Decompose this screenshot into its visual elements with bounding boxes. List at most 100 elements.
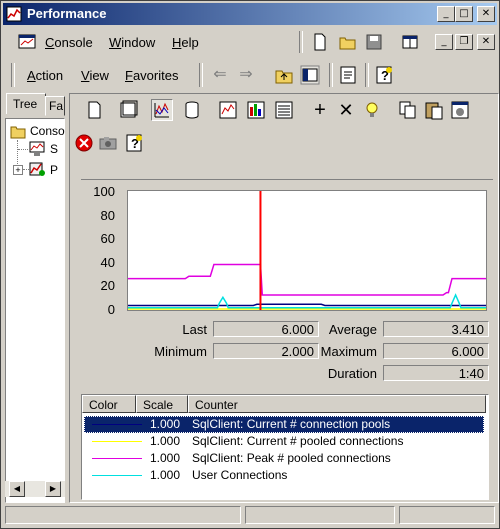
view-current-activity-icon[interactable] bbox=[181, 99, 203, 121]
stat-minimum-label: Minimum bbox=[154, 344, 207, 359]
legend-header-color[interactable]: Color bbox=[82, 395, 136, 413]
new-icon[interactable] bbox=[311, 33, 329, 51]
legend-color-swatch bbox=[92, 441, 142, 442]
back-arrow-icon[interactable]: ⇐ bbox=[209, 64, 231, 86]
performance-logs-icon bbox=[29, 162, 45, 176]
properties-window-icon[interactable] bbox=[401, 33, 419, 51]
close-icon: ✕ bbox=[481, 8, 491, 19]
chart-plot[interactable] bbox=[127, 190, 487, 311]
legend-counter: SqlClient: Current # connection pools bbox=[192, 417, 391, 431]
maximize-button[interactable]: □ bbox=[455, 6, 473, 22]
counter-legend[interactable]: Color Scale Counter 1.000 SqlClient: Curr… bbox=[81, 394, 489, 500]
stat-duration-label: Duration bbox=[327, 366, 377, 381]
mdi-minimize-button[interactable]: _ bbox=[435, 34, 453, 50]
menu-separator bbox=[299, 31, 303, 53]
status-panel-1 bbox=[5, 506, 241, 524]
maximize-icon: □ bbox=[459, 8, 469, 19]
stat-last-value: 6.000 bbox=[213, 321, 319, 337]
properties-dialog-icon[interactable] bbox=[449, 99, 471, 121]
forward-arrow-icon[interactable]: ⇒ bbox=[235, 64, 257, 86]
view-graph-icon bbox=[154, 102, 169, 118]
title-bar[interactable]: Performance _ □ ✕ bbox=[3, 3, 497, 25]
system-monitor-icon bbox=[29, 141, 45, 156]
menu-bar: Console Window Help _ ❐ ✕ bbox=[3, 29, 497, 55]
scroll-left-button[interactable]: ◀ bbox=[9, 481, 25, 497]
legend-row[interactable]: 1.000 SqlClient: Current # connection poo… bbox=[84, 416, 484, 433]
y-tick-label: 60 bbox=[100, 231, 115, 247]
console-menu-icon bbox=[18, 34, 36, 49]
view-histogram-icon[interactable] bbox=[245, 99, 267, 121]
legend-color-swatch bbox=[92, 424, 142, 425]
window-title: Performance bbox=[27, 6, 107, 21]
tree-child-performance-logs[interactable]: P bbox=[50, 163, 58, 177]
help-icon[interactable]: ? bbox=[373, 64, 395, 86]
help-button-icon[interactable]: ? bbox=[123, 132, 145, 154]
legend-row[interactable]: 1.000 User Connections bbox=[84, 467, 484, 484]
legend-row[interactable]: 1.000 SqlClient: Current # pooled connect… bbox=[84, 433, 484, 450]
mdi-restore-button[interactable]: ❐ bbox=[455, 34, 473, 50]
save-icon[interactable] bbox=[365, 33, 383, 51]
menu-help-key: H bbox=[172, 35, 182, 50]
y-tick-label: 100 bbox=[93, 184, 115, 199]
menu-favorites-key: F bbox=[125, 68, 133, 83]
action-bar: Action View Favorites ⇐ ⇒ ? bbox=[3, 59, 497, 91]
legend-row[interactable]: 1.000 SqlClient: Peak # pooled connection… bbox=[84, 450, 484, 467]
view-graph-button[interactable] bbox=[151, 99, 173, 121]
stat-average-label: Average bbox=[328, 322, 377, 337]
clear-display-icon[interactable] bbox=[117, 99, 139, 121]
new-counter-set-icon[interactable] bbox=[83, 99, 105, 121]
stat-average-value: 3.410 bbox=[383, 321, 489, 337]
tree-horizontal-scrollbar[interactable]: ◀ ▶ bbox=[5, 481, 65, 497]
show-hide-tree-icon[interactable] bbox=[299, 64, 321, 86]
view-report-icon[interactable] bbox=[273, 99, 295, 121]
legend-scale: 1.000 bbox=[149, 417, 180, 431]
delete-counter-icon[interactable]: ✕ bbox=[335, 99, 357, 121]
minimize-button[interactable]: _ bbox=[437, 6, 455, 22]
minimize-icon: _ bbox=[443, 8, 449, 19]
legend-counter: SqlClient: Peak # pooled connections bbox=[192, 451, 391, 465]
stat-duration-value: 1:40 bbox=[383, 365, 489, 381]
view-log-data-icon[interactable] bbox=[217, 99, 239, 121]
stat-maximum-value: 6.000 bbox=[383, 343, 489, 359]
menu-console-key: C bbox=[45, 35, 55, 50]
menu-action[interactable]: Action bbox=[27, 68, 63, 83]
legend-counter: SqlClient: Current # pooled connections bbox=[192, 434, 404, 448]
console-tree[interactable]: Conso S + P bbox=[5, 118, 65, 503]
tree-branch-1 bbox=[18, 149, 28, 151]
mdi-close-button[interactable]: ✕ bbox=[477, 34, 495, 50]
tab-tree[interactable]: Tree bbox=[6, 93, 46, 114]
open-folder-icon[interactable] bbox=[339, 33, 357, 51]
menu-console[interactable]: Console bbox=[45, 35, 93, 50]
menu-view[interactable]: View bbox=[81, 68, 109, 83]
folder-icon bbox=[10, 126, 26, 139]
tree-expand-icon[interactable]: + bbox=[13, 165, 23, 175]
menu-help[interactable]: Help bbox=[172, 35, 199, 50]
mdi-minimize-icon: _ bbox=[441, 36, 447, 47]
copy-properties-icon[interactable] bbox=[397, 99, 419, 121]
y-tick-label: 40 bbox=[100, 254, 115, 270]
legend-header-counter[interactable]: Counter bbox=[188, 395, 486, 413]
add-counter-icon[interactable]: + bbox=[309, 99, 331, 121]
scroll-right-button[interactable]: ▶ bbox=[45, 481, 61, 497]
properties-icon[interactable] bbox=[337, 64, 359, 86]
tab-favorites[interactable]: Fa bbox=[45, 96, 65, 116]
close-button[interactable]: ✕ bbox=[477, 6, 495, 22]
tree-root-label[interactable]: Conso bbox=[30, 124, 65, 138]
up-one-level-icon[interactable] bbox=[273, 64, 295, 86]
update-data-icon[interactable] bbox=[97, 132, 119, 154]
performance-app-icon bbox=[6, 6, 22, 22]
menu-action-key: A bbox=[27, 68, 36, 83]
legend-header-scale[interactable]: Scale bbox=[136, 395, 188, 413]
status-panel-3 bbox=[399, 506, 495, 524]
paste-counter-list-icon[interactable] bbox=[423, 99, 445, 121]
menu-window-text: indow bbox=[121, 35, 156, 50]
performance-window: Performance _ □ ✕ Console Window Help _ … bbox=[0, 0, 500, 529]
menu-help-text: elp bbox=[181, 35, 199, 50]
highlight-icon[interactable] bbox=[361, 99, 383, 121]
menu-favorites[interactable]: Favorites bbox=[125, 68, 178, 83]
tree-child-system-monitor[interactable]: S bbox=[50, 142, 58, 156]
freeze-display-icon[interactable] bbox=[73, 132, 95, 154]
legend-color-swatch bbox=[92, 458, 142, 459]
y-tick-label: 0 bbox=[107, 302, 115, 317]
menu-window[interactable]: Window bbox=[109, 35, 155, 50]
